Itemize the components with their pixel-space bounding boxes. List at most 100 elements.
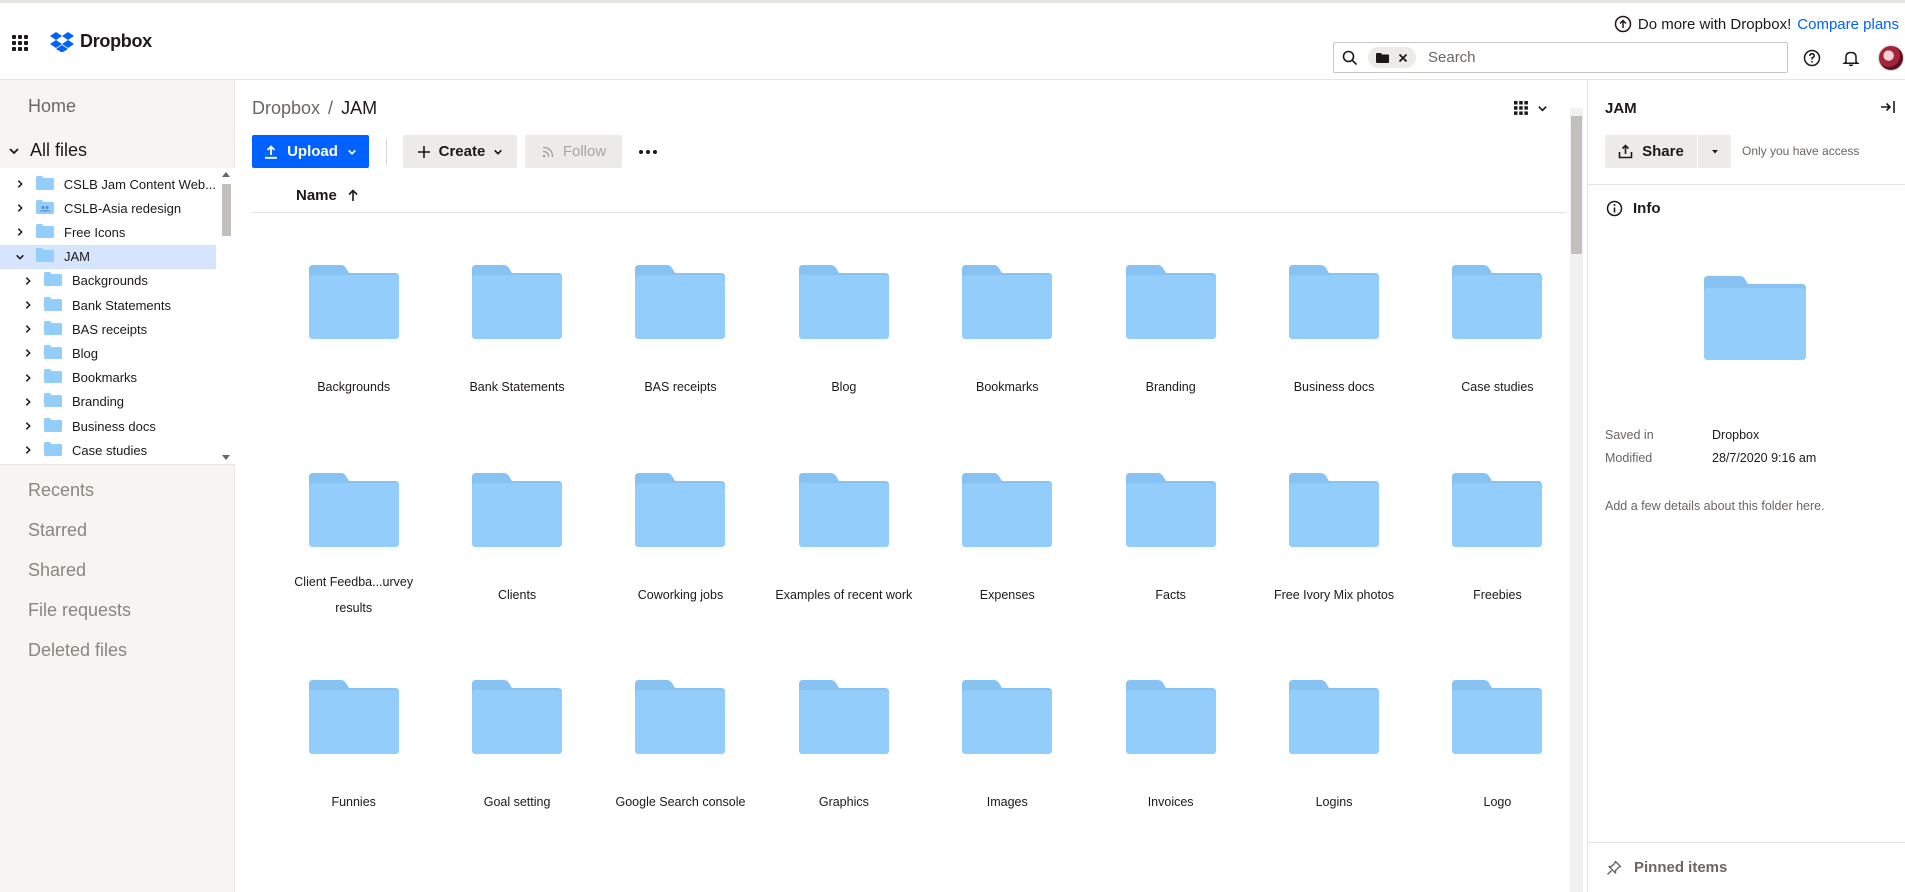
nav-all-files[interactable]: All files <box>8 140 87 161</box>
tree-item-label: Branding <box>72 394 125 410</box>
tree-item[interactable]: Business docs <box>0 414 216 438</box>
tree-item[interactable]: Backgrounds <box>0 269 216 293</box>
folder-tile[interactable]: Logo <box>1416 680 1579 888</box>
chevron-right-icon[interactable] <box>22 420 34 432</box>
chevron-right-icon[interactable] <box>22 299 34 311</box>
folder-tile[interactable]: Facts <box>1089 472 1252 681</box>
modified-row: Modified 28/7/2020 9:16 am <box>1605 446 1816 469</box>
share-button[interactable]: Share <box>1605 135 1697 168</box>
plus-icon <box>417 145 430 158</box>
chevron-right-icon[interactable] <box>22 347 34 359</box>
toolbar-divider <box>386 137 387 166</box>
sort-by-name-header[interactable]: Name <box>252 179 1566 213</box>
nav-file-requests[interactable]: File requests <box>28 600 131 640</box>
folder-tile[interactable]: Backgrounds <box>272 265 435 473</box>
folder-name: Branding <box>1145 380 1196 394</box>
folder-tile[interactable]: Coworking jobs <box>599 472 762 681</box>
tree-item[interactable]: BAS receipts <box>0 317 216 341</box>
search-bar[interactable] <box>1333 42 1788 73</box>
tree-item[interactable]: Bookmarks <box>0 366 216 390</box>
tree-item[interactable]: Blog <box>0 341 216 365</box>
folder-tile[interactable]: BAS receipts <box>599 265 762 473</box>
tree-item[interactable]: Case studies <box>0 438 216 462</box>
chevron-right-icon[interactable] <box>22 396 34 408</box>
view-mode-toggle[interactable] <box>1513 100 1548 116</box>
more-actions-icon[interactable] <box>636 140 660 164</box>
tree-item[interactable]: JAM <box>0 244 216 269</box>
chevron-down-icon[interactable] <box>14 251 26 263</box>
folder-tile[interactable]: Expenses <box>926 472 1089 681</box>
notifications-bell-icon[interactable] <box>1840 47 1862 69</box>
nav-recents[interactable]: Recents <box>28 480 131 520</box>
scroll-down-arrow-icon[interactable] <box>222 455 230 460</box>
share-icon <box>1618 144 1633 159</box>
pinned-items-label: Pinned items <box>1634 859 1728 876</box>
folder-tile[interactable]: Bookmarks <box>926 265 1089 473</box>
folder-tile[interactable]: Blog <box>762 265 925 473</box>
share-options-dropdown[interactable] <box>1697 135 1731 168</box>
dropbox-logo[interactable]: Dropbox <box>50 31 152 52</box>
breadcrumb-root[interactable]: Dropbox <box>252 98 320 119</box>
tree-item[interactable]: CSLB Jam Content Web... <box>0 172 216 196</box>
upload-icon <box>265 144 278 159</box>
nav-home[interactable]: Home <box>28 96 76 117</box>
folder-tile[interactable]: Funnies <box>272 680 435 888</box>
folder-tile[interactable]: Examples of recent work <box>762 472 925 681</box>
scroll-up-arrow-icon[interactable] <box>222 172 230 177</box>
scrollbar-thumb[interactable] <box>1571 116 1582 254</box>
nav-shared[interactable]: Shared <box>28 560 131 600</box>
nav-deleted-files[interactable]: Deleted files <box>28 640 131 680</box>
help-icon[interactable] <box>1801 47 1823 69</box>
folder-tile[interactable]: Goal setting <box>435 680 598 888</box>
folder-tile[interactable]: Images <box>926 680 1089 888</box>
tree-item[interactable]: Bank Statements <box>0 293 216 317</box>
folder-description-field[interactable]: Add a few details about this folder here… <box>1605 499 1825 513</box>
info-icon <box>1606 200 1623 217</box>
chevron-right-icon[interactable] <box>14 202 26 214</box>
saved-in-label: Saved in <box>1605 427 1654 442</box>
create-button[interactable]: Create <box>403 135 517 168</box>
folder-tile[interactable]: Branding <box>1089 265 1252 473</box>
tree-scrollbar[interactable] <box>219 170 233 462</box>
avatar[interactable] <box>1878 45 1904 71</box>
nav-starred[interactable]: Starred <box>28 520 131 560</box>
follow-button[interactable]: Follow <box>525 135 622 168</box>
folder-tile[interactable]: Invoices <box>1089 680 1252 888</box>
tree-item[interactable]: Free Icons <box>0 220 216 244</box>
chevron-down-icon <box>9 147 19 154</box>
folder-tile[interactable]: Google Search console <box>599 680 762 888</box>
folder-tile[interactable]: Logins <box>1252 680 1415 888</box>
search-scope-chip[interactable] <box>1368 47 1416 68</box>
folder-icon <box>798 472 889 552</box>
clear-scope-icon[interactable] <box>1398 53 1408 63</box>
app-launcher-icon[interactable] <box>12 35 28 51</box>
folder-tile[interactable]: Case studies <box>1416 265 1579 473</box>
folder-name: Bookmarks <box>975 380 1039 394</box>
tree-item[interactable]: Branding <box>0 390 216 414</box>
chevron-right-icon[interactable] <box>14 178 26 190</box>
chevron-right-icon[interactable] <box>22 323 34 335</box>
tree-item[interactable]: CSLB-Asia redesign <box>0 196 216 220</box>
compare-plans-link[interactable]: Compare plans <box>1797 16 1899 33</box>
folder-tile[interactable]: Free Ivory Mix photos <box>1252 472 1415 681</box>
collapse-panel-icon[interactable] <box>1879 98 1897 116</box>
folder-tile[interactable]: Graphics <box>762 680 925 888</box>
folder-icon <box>1452 265 1543 344</box>
folder-tile[interactable]: Client Feedba...urvey results <box>272 472 435 681</box>
upload-button[interactable]: Upload <box>252 135 369 168</box>
pinned-items-section[interactable]: Pinned items <box>1588 842 1905 892</box>
folder-tile[interactable]: Freebies <box>1416 472 1579 681</box>
folder-tile[interactable]: Business docs <box>1252 265 1415 473</box>
folder-icon <box>1125 472 1216 552</box>
folder-tile[interactable]: Bank Statements <box>435 265 598 473</box>
folder-tile[interactable]: Clients <box>435 472 598 681</box>
search-input[interactable] <box>1428 49 1728 66</box>
chevron-right-icon[interactable] <box>14 226 26 238</box>
folder-name: Case studies <box>1461 380 1534 394</box>
chevron-right-icon[interactable] <box>22 275 34 287</box>
main-scrollbar[interactable] <box>1570 108 1583 892</box>
scrollbar-thumb[interactable] <box>222 184 231 236</box>
chevron-right-icon[interactable] <box>22 372 34 384</box>
chevron-right-icon[interactable] <box>22 444 34 456</box>
tree-item-label: Blog <box>72 345 99 361</box>
